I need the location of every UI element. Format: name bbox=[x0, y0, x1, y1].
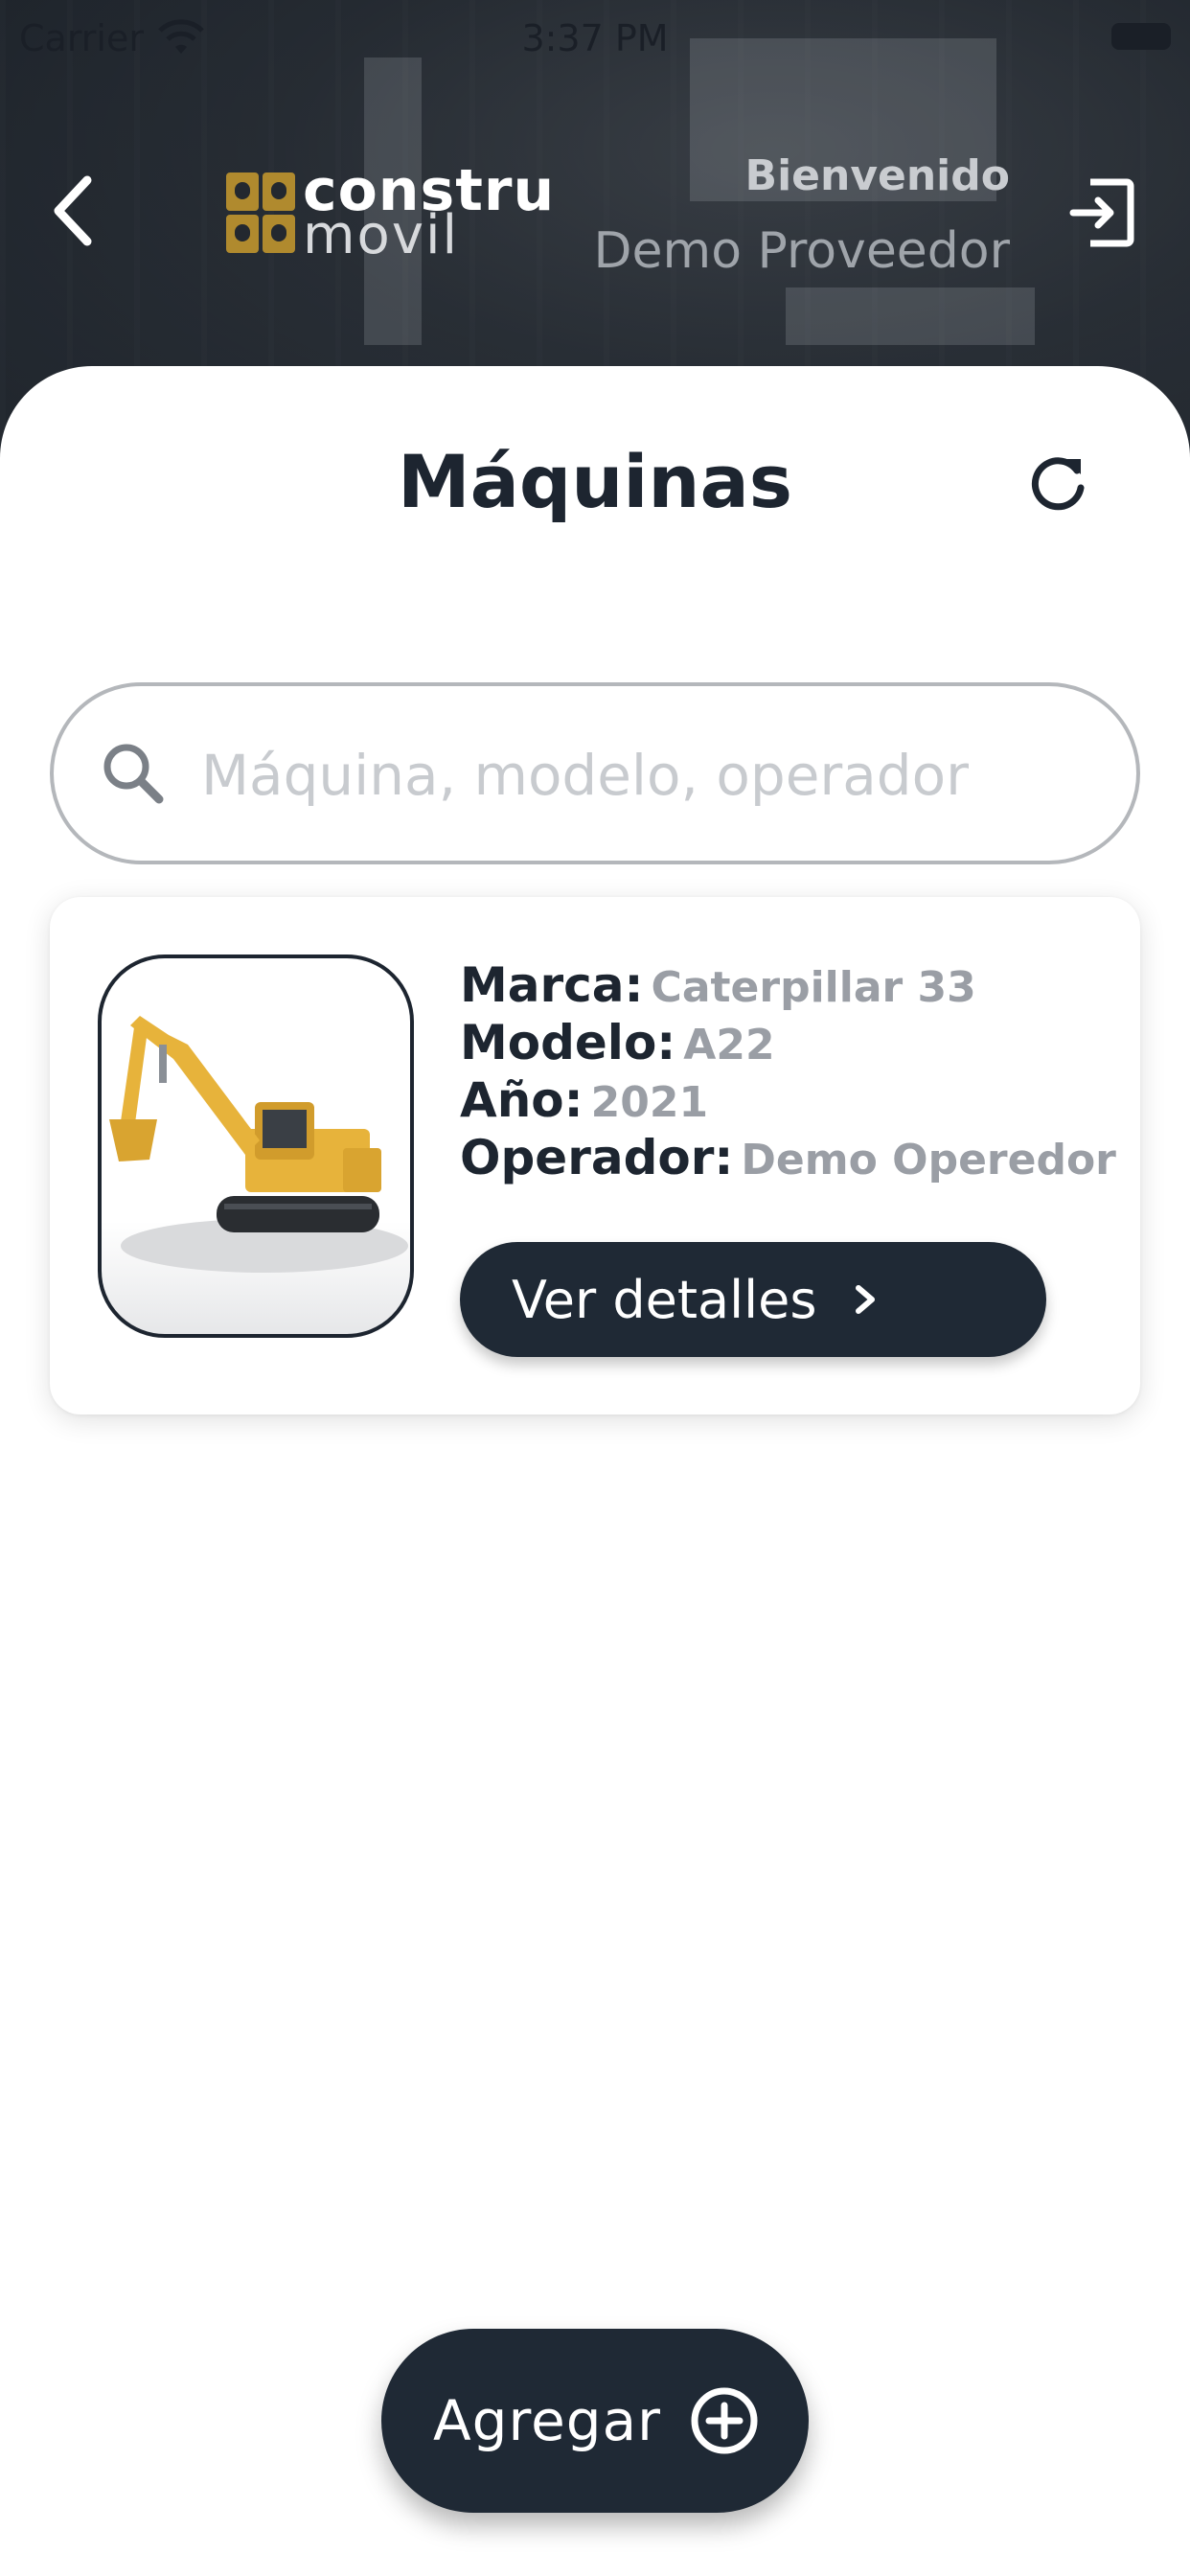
status-time: 3:37 PM bbox=[521, 17, 669, 59]
refresh-button[interactable] bbox=[1023, 445, 1092, 521]
battery-icon bbox=[1111, 23, 1171, 50]
back-button[interactable] bbox=[38, 163, 105, 259]
model-row: Modelo: A22 bbox=[460, 1014, 775, 1074]
back-chevron-icon bbox=[54, 175, 92, 246]
welcome-label: Bienvenido bbox=[744, 151, 1010, 200]
status-bar: Carrier 3:37 PM bbox=[0, 0, 1190, 77]
logout-button[interactable] bbox=[1067, 174, 1136, 251]
search-icon bbox=[103, 744, 164, 804]
user-name: Demo Proveedor bbox=[593, 222, 1010, 280]
page-title: Máquinas bbox=[397, 439, 793, 524]
operator-label: Operador: bbox=[460, 1130, 734, 1185]
view-details-label: Ver detalles bbox=[512, 1269, 817, 1330]
year-value: 2021 bbox=[590, 1078, 709, 1127]
add-button-label: Agregar bbox=[433, 2388, 661, 2453]
logo-text-bottom: movil bbox=[303, 204, 460, 266]
add-machine-button[interactable]: Agregar bbox=[381, 2329, 809, 2513]
logo-tile bbox=[226, 172, 259, 211]
year-row: Año: 2021 bbox=[460, 1071, 708, 1132]
machine-card: Marca: Caterpillar 33 Modelo: A22 Año: 2021… bbox=[50, 897, 1140, 1414]
construmovil-logo: constru movil bbox=[226, 161, 554, 266]
operator-row: Operador: Demo Operedor bbox=[460, 1129, 1116, 1189]
brand-row: Marca: Caterpillar 33 bbox=[460, 956, 976, 1017]
view-details-button[interactable]: Ver detalles bbox=[460, 1242, 1046, 1357]
model-label: Modelo: bbox=[460, 1015, 676, 1070]
search-box[interactable] bbox=[50, 682, 1140, 864]
plus-circle-icon bbox=[691, 2387, 758, 2454]
logo-tile bbox=[226, 215, 259, 253]
brand-label: Marca: bbox=[460, 957, 644, 1013]
machines-screen: Carrier 3:37 PM constru movil Bienvenido… bbox=[0, 0, 1190, 2576]
bg-machinery bbox=[786, 288, 1035, 345]
year-label: Año: bbox=[460, 1072, 584, 1128]
operator-value: Demo Operedor bbox=[741, 1136, 1116, 1184]
brand-value: Caterpillar 33 bbox=[651, 963, 976, 1012]
search-input[interactable] bbox=[199, 723, 1090, 828]
logout-icon bbox=[1069, 178, 1134, 247]
logo-mark bbox=[226, 172, 295, 255]
excavator-photo bbox=[98, 954, 414, 1338]
chevron-right-icon bbox=[856, 1285, 876, 1314]
excavator-illustration bbox=[109, 1016, 408, 1273]
logo-tile bbox=[263, 215, 295, 253]
refresh-icon bbox=[1031, 457, 1085, 511]
model-value: A22 bbox=[683, 1021, 775, 1070]
logo-tile bbox=[263, 172, 295, 211]
